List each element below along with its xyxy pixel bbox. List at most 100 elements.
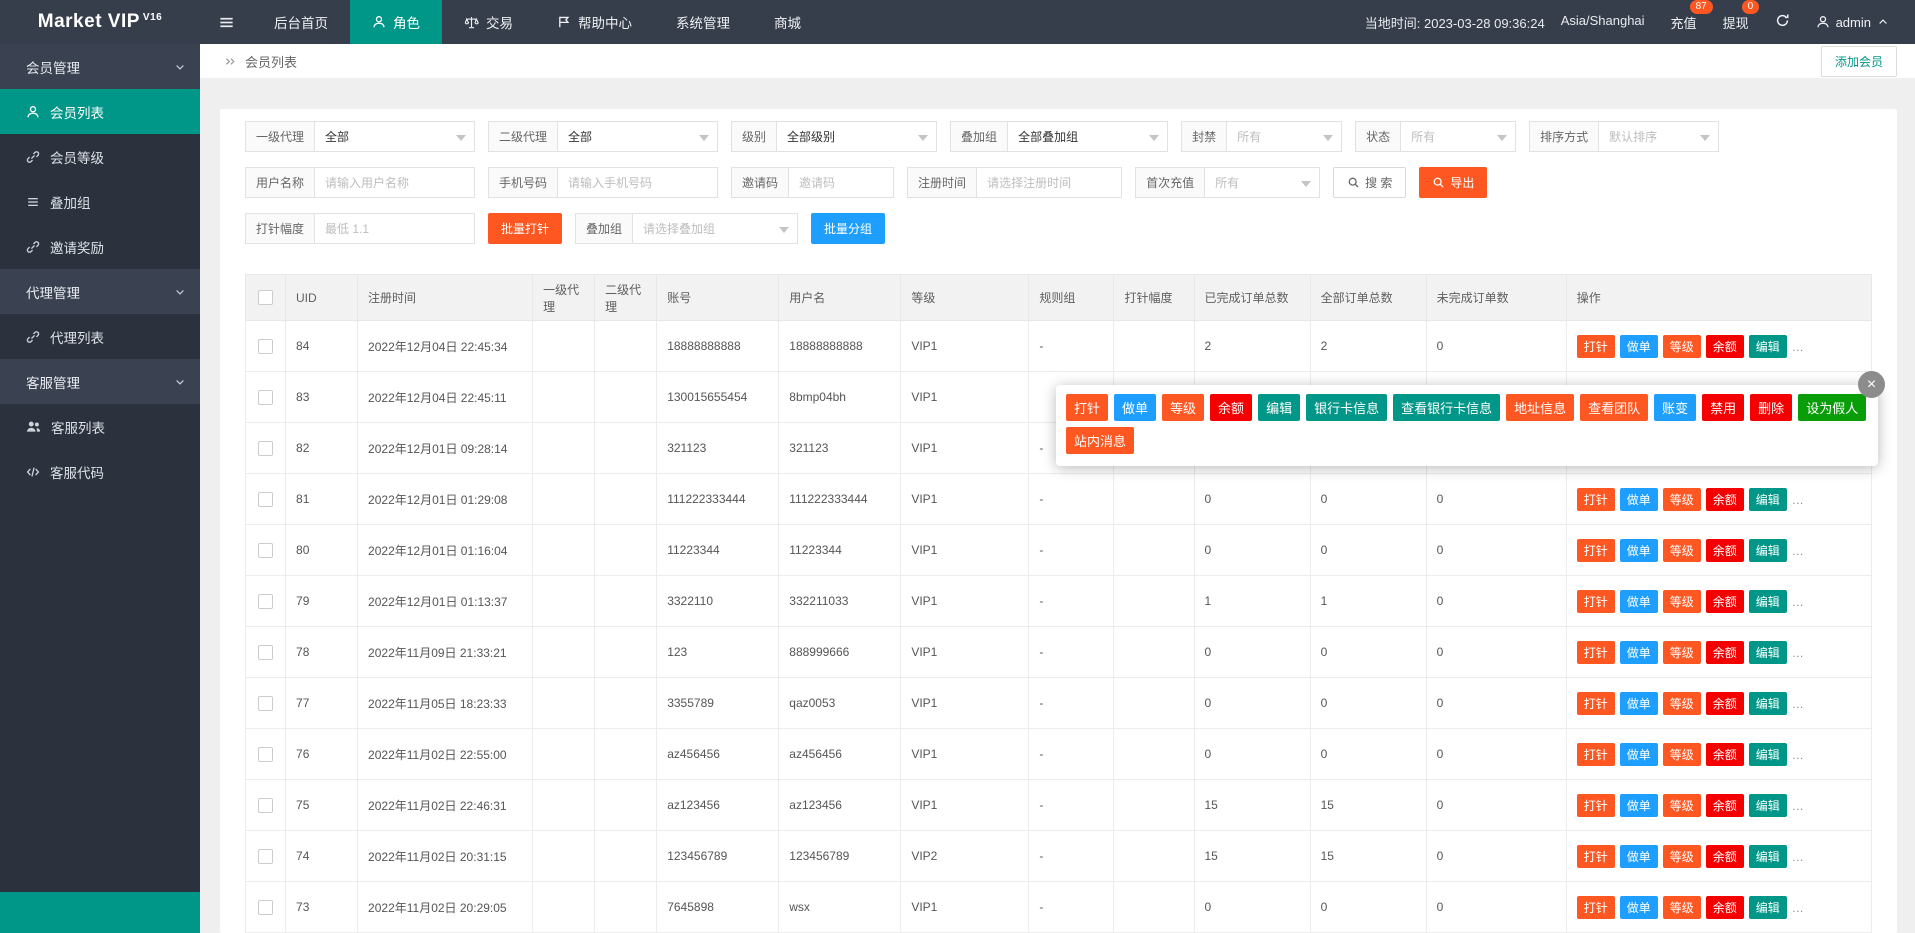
select-all-checkbox[interactable] [258, 290, 273, 305]
refresh-button[interactable] [1775, 13, 1790, 31]
nav-item-trade[interactable]: 交易 [442, 0, 535, 44]
nav-item-system[interactable]: 系统管理 [654, 0, 752, 44]
row-action-balance[interactable]: 余额 [1706, 590, 1744, 613]
sidebar-toggle-button[interactable] [200, 0, 252, 44]
popup-action-set-fake[interactable]: 设为假人 [1798, 394, 1866, 421]
close-icon[interactable]: × [1858, 371, 1885, 398]
row-action-balance[interactable]: 余额 [1706, 335, 1744, 358]
row-more-button[interactable]: … [1792, 901, 1805, 915]
row-action-edit[interactable]: 编辑 [1749, 743, 1787, 766]
row-more-button[interactable]: … [1792, 340, 1805, 354]
row-action-level[interactable]: 等级 [1663, 488, 1701, 511]
row-action-balance[interactable]: 余额 [1706, 488, 1744, 511]
row-action-edit[interactable]: 编辑 [1749, 539, 1787, 562]
row-more-button[interactable]: … [1792, 544, 1805, 558]
row-more-button[interactable]: … [1792, 646, 1805, 660]
row-action-order[interactable]: 做单 [1620, 539, 1658, 562]
popup-action-inject[interactable]: 打针 [1066, 394, 1108, 421]
popup-action-site-message[interactable]: 站内消息 [1066, 427, 1134, 454]
user-menu[interactable]: admin [1816, 15, 1889, 30]
row-action-inject[interactable]: 打针 [1577, 488, 1615, 511]
row-action-order[interactable]: 做单 [1620, 794, 1658, 817]
row-checkbox[interactable] [258, 645, 273, 660]
row-action-order[interactable]: 做单 [1620, 335, 1658, 358]
row-action-inject[interactable]: 打针 [1577, 539, 1615, 562]
row-action-order[interactable]: 做单 [1620, 692, 1658, 715]
row-action-order[interactable]: 做单 [1620, 845, 1658, 868]
popup-action-balance[interactable]: 余额 [1210, 394, 1252, 421]
row-action-order[interactable]: 做单 [1620, 488, 1658, 511]
sidebar-item-service-group[interactable]: 客服管理 [0, 359, 200, 404]
sidebar-item-agent-group[interactable]: 代理管理 [0, 269, 200, 314]
row-checkbox[interactable] [258, 492, 273, 507]
row-action-level[interactable]: 等级 [1663, 539, 1701, 562]
row-action-level[interactable]: 等级 [1663, 692, 1701, 715]
filter-sort-select[interactable]: 默认排序 [1599, 121, 1719, 152]
filter-agent1-select[interactable]: 全部 [315, 121, 475, 152]
row-action-level[interactable]: 等级 [1663, 590, 1701, 613]
popup-action-level[interactable]: 等级 [1162, 394, 1204, 421]
row-action-order[interactable]: 做单 [1620, 590, 1658, 613]
sidebar-item-agent-list[interactable]: 代理列表 [0, 314, 200, 359]
filter-status-select[interactable]: 所有 [1401, 121, 1516, 152]
row-action-order[interactable]: 做单 [1620, 641, 1658, 664]
sidebar-item-invite-reward[interactable]: 邀请奖励 [0, 224, 200, 269]
popup-action-disable[interactable]: 禁用 [1702, 394, 1744, 421]
row-action-edit[interactable]: 编辑 [1749, 590, 1787, 613]
row-checkbox[interactable] [258, 441, 273, 456]
row-more-button[interactable]: … [1792, 493, 1805, 507]
row-action-balance[interactable]: 余额 [1706, 896, 1744, 919]
recharge-link[interactable]: 充值87 [1671, 13, 1697, 32]
filter-ban-select[interactable]: 所有 [1227, 121, 1342, 152]
row-checkbox[interactable] [258, 900, 273, 915]
row-action-edit[interactable]: 编辑 [1749, 794, 1787, 817]
row-action-level[interactable]: 等级 [1663, 641, 1701, 664]
row-action-inject[interactable]: 打针 [1577, 743, 1615, 766]
row-action-balance[interactable]: 余额 [1706, 743, 1744, 766]
row-action-level[interactable]: 等级 [1663, 743, 1701, 766]
row-action-inject[interactable]: 打针 [1577, 896, 1615, 919]
row-checkbox[interactable] [258, 747, 273, 762]
row-action-level[interactable]: 等级 [1663, 794, 1701, 817]
nav-item-home[interactable]: 后台首页 [252, 0, 350, 44]
popup-action-edit[interactable]: 编辑 [1258, 394, 1300, 421]
row-checkbox[interactable] [258, 849, 273, 864]
filter-username-input[interactable] [315, 167, 475, 198]
row-action-balance[interactable]: 余额 [1706, 641, 1744, 664]
filter-agent2-select[interactable]: 全部 [558, 121, 718, 152]
filter-reg-time-input[interactable] [977, 167, 1122, 198]
row-action-edit[interactable]: 编辑 [1749, 641, 1787, 664]
row-checkbox[interactable] [258, 543, 273, 558]
row-checkbox[interactable] [258, 798, 273, 813]
filter-inject-range-input[interactable] [315, 213, 475, 244]
popup-action-order[interactable]: 做单 [1114, 394, 1156, 421]
row-action-level[interactable]: 等级 [1663, 845, 1701, 868]
filter-stack-select[interactable]: 全部叠加组 [1008, 121, 1168, 152]
filter-stack-batch-select[interactable]: 请选择叠加组 [633, 213, 798, 244]
sidebar-item-service-code[interactable]: 客服代码 [0, 449, 200, 494]
popup-action-delete[interactable]: 删除 [1750, 394, 1792, 421]
search-button[interactable]: 搜 索 [1333, 167, 1406, 198]
add-member-button[interactable]: 添加会员 [1821, 46, 1897, 77]
row-action-balance[interactable]: 余额 [1706, 692, 1744, 715]
row-action-edit[interactable]: 编辑 [1749, 845, 1787, 868]
row-action-inject[interactable]: 打针 [1577, 692, 1615, 715]
row-more-button[interactable]: … [1792, 595, 1805, 609]
popup-action-view-team[interactable]: 查看团队 [1580, 394, 1648, 421]
row-action-inject[interactable]: 打针 [1577, 794, 1615, 817]
popup-action-bank-info[interactable]: 银行卡信息 [1306, 394, 1387, 421]
row-checkbox[interactable] [258, 696, 273, 711]
row-checkbox[interactable] [258, 339, 273, 354]
batch-group-button[interactable]: 批量分组 [811, 213, 885, 244]
row-action-inject[interactable]: 打针 [1577, 335, 1615, 358]
sidebar-item-stack-group[interactable]: 叠加组 [0, 179, 200, 224]
row-checkbox[interactable] [258, 390, 273, 405]
nav-item-help[interactable]: 帮助中心 [535, 0, 654, 44]
popup-action-account-change[interactable]: 账变 [1654, 394, 1696, 421]
row-action-inject[interactable]: 打针 [1577, 641, 1615, 664]
sidebar-item-member-list[interactable]: 会员列表 [0, 89, 200, 134]
popup-action-view-bank-info[interactable]: 查看银行卡信息 [1393, 394, 1500, 421]
nav-item-mall[interactable]: 商城 [752, 0, 823, 44]
row-action-level[interactable]: 等级 [1663, 335, 1701, 358]
row-action-inject[interactable]: 打针 [1577, 590, 1615, 613]
